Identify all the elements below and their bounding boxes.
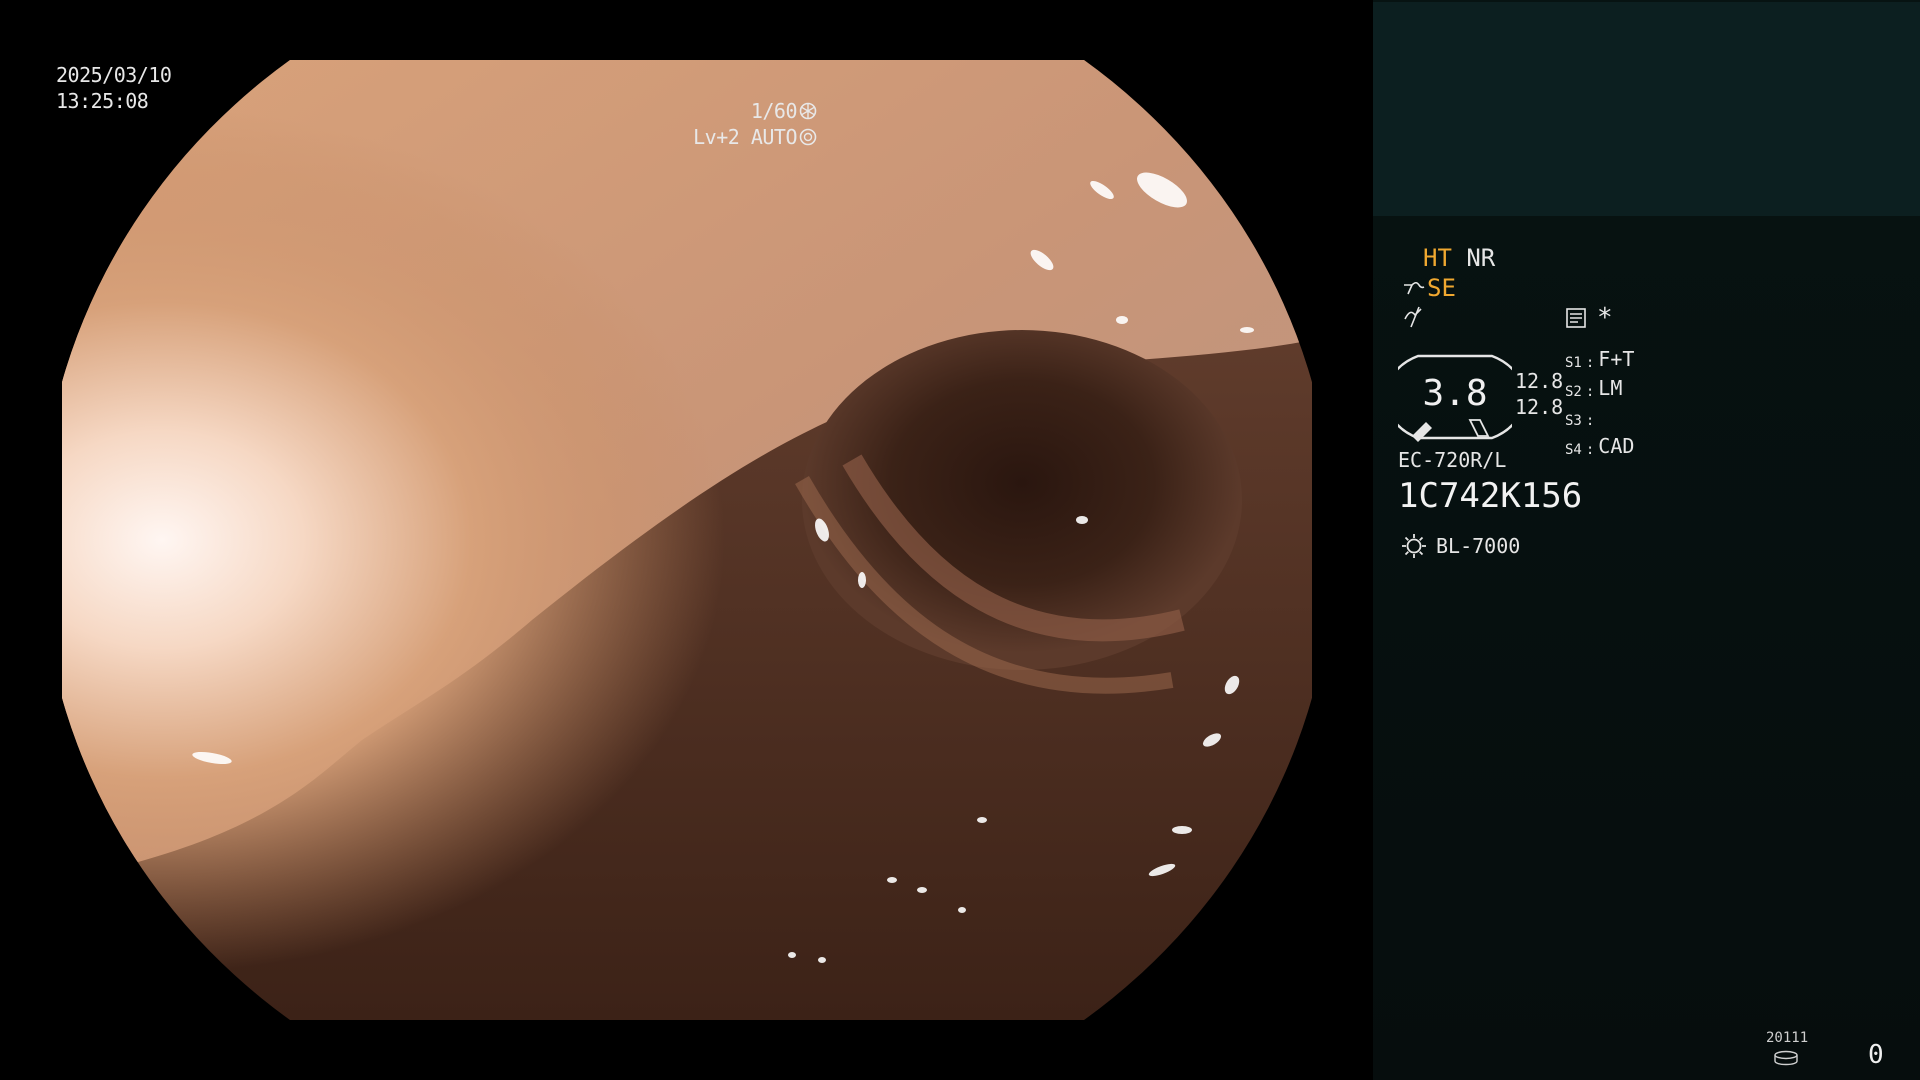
thumbnail-area bbox=[1373, 2, 1920, 216]
light-source: BL-7000 bbox=[1400, 532, 1520, 560]
scope-serial: 1C742K156 bbox=[1398, 476, 1583, 516]
switch-key: S1 bbox=[1565, 355, 1582, 371]
gauge-side-values: 12.8 12.8 bbox=[1515, 368, 1563, 420]
structure-enhance: SE bbox=[1403, 274, 1456, 302]
light-source-icon bbox=[1402, 534, 1426, 558]
asterisk-icon: * bbox=[1597, 303, 1613, 333]
switch-value: F+T bbox=[1598, 347, 1635, 371]
shutter-icon bbox=[799, 102, 817, 120]
switch-row: S3: bbox=[1565, 405, 1634, 434]
switch-row: S2: LM bbox=[1565, 376, 1634, 405]
se-label: SE bbox=[1427, 274, 1456, 302]
settings-icon bbox=[1566, 308, 1586, 328]
endoscope-view: 2025/03/10 13:25:08 1/60 Lv+2 AUTO bbox=[0, 0, 1373, 1080]
date-text: 2025/03/10 bbox=[56, 63, 172, 87]
endoscope-image bbox=[62, 60, 1312, 1020]
exposure-display: 1/60 Lv+2 AUTO bbox=[693, 98, 817, 150]
storage-icon bbox=[1774, 1050, 1798, 1066]
iris-icon bbox=[799, 128, 817, 146]
enhance-icon bbox=[1404, 281, 1425, 295]
modulation-icon bbox=[1404, 306, 1422, 328]
switch-row: S1: F+T bbox=[1565, 347, 1634, 376]
iris-text: Lv+2 AUTO bbox=[693, 125, 797, 149]
switch-assignments: S1: F+T S2: LM S3: S4: CAD bbox=[1565, 347, 1634, 463]
endoscopy-monitor: 2025/03/10 13:25:08 1/60 Lv+2 AUTO HT NR… bbox=[0, 0, 1920, 1080]
gauge-side-bottom: 12.8 bbox=[1515, 395, 1564, 419]
image-modes: HT NR bbox=[1423, 244, 1495, 272]
switch-key: S3 bbox=[1565, 413, 1582, 429]
nr-mode: NR bbox=[1466, 244, 1496, 272]
switch-row: S4: CAD bbox=[1565, 434, 1634, 463]
switch-key: S2 bbox=[1565, 384, 1582, 400]
light-source-text: BL-7000 bbox=[1436, 534, 1521, 558]
gauge-value: 3.8 bbox=[1422, 373, 1488, 414]
time-text: 13:25:08 bbox=[56, 89, 149, 113]
shutter-text: 1/60 bbox=[750, 99, 798, 123]
ht-mode: HT bbox=[1423, 244, 1452, 272]
scope-model: EC-720R/L bbox=[1398, 448, 1507, 472]
gauge-side-top: 12.8 bbox=[1515, 369, 1564, 393]
switch-value: CAD bbox=[1598, 434, 1635, 458]
counter-value: 0 bbox=[1868, 1040, 1884, 1070]
switch-value: LM bbox=[1598, 376, 1623, 400]
counter-code: 20111 bbox=[1766, 1030, 1809, 1046]
datetime-display: 2025/03/10 13:25:08 bbox=[56, 62, 172, 114]
switch-key: S4 bbox=[1565, 442, 1582, 458]
